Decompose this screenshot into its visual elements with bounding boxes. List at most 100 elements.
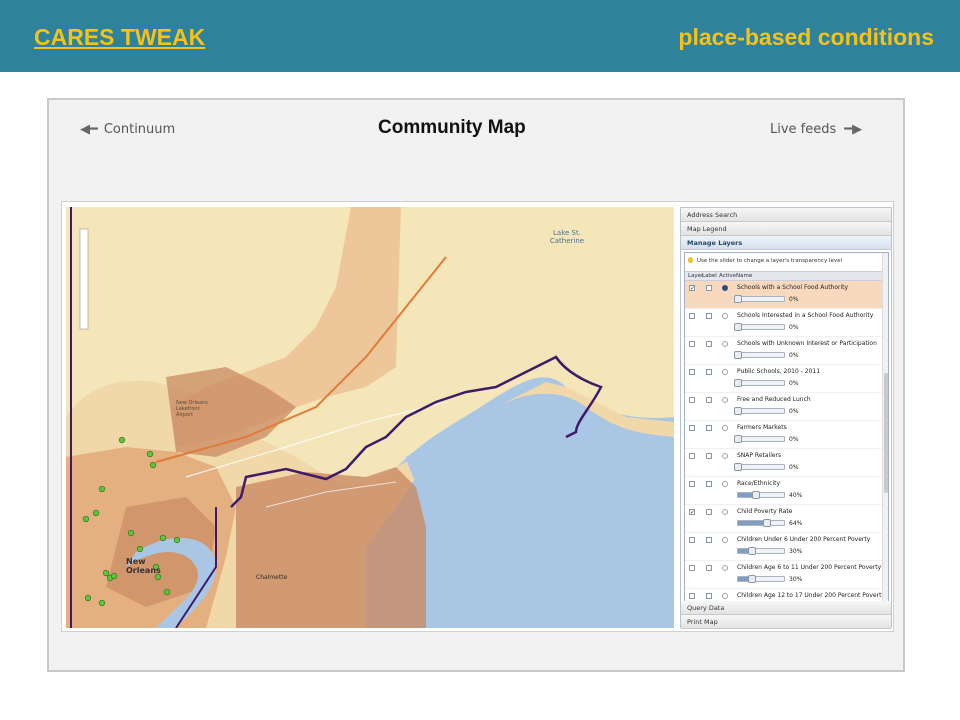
label-checkbox[interactable] (706, 369, 712, 375)
transparency-slider[interactable] (737, 575, 785, 583)
transparency-slider[interactable] (737, 491, 785, 499)
transparency-slider[interactable] (734, 323, 785, 331)
layer-checkbox[interactable] (689, 369, 695, 375)
slider-thumb[interactable] (734, 351, 742, 359)
scrollbar-thumb[interactable] (884, 373, 888, 493)
slider-thumb[interactable] (734, 295, 742, 303)
col-active: Active (719, 273, 737, 279)
layer-row[interactable]: Children Age 6 to 11 Under 200 Percent P… (685, 561, 888, 589)
layer-name: Free and Reduced Lunch (737, 396, 811, 403)
layer-checkbox[interactable] (689, 341, 695, 347)
community-map[interactable]: Lake St. Catherine New Orleans Lakefront… (66, 207, 674, 628)
transparency-value: 0% (789, 352, 799, 359)
transparency-slider[interactable] (734, 435, 785, 443)
col-label: Label (702, 273, 717, 279)
layer-row[interactable]: Farmers Markets 0% (685, 421, 888, 449)
layer-row[interactable]: ✓ Child Poverty Rate 64% (685, 505, 888, 533)
label-checkbox[interactable] (706, 313, 712, 319)
transparency-value: 0% (789, 296, 799, 303)
layer-row[interactable]: Public Schools, 2010 - 2011 0% (685, 365, 888, 393)
label-checkbox[interactable] (706, 565, 712, 571)
transparency-value: 30% (789, 576, 803, 583)
layer-name: Child Poverty Rate (737, 508, 793, 515)
label-checkbox[interactable] (706, 453, 712, 459)
label-checkbox[interactable] (706, 537, 712, 543)
layer-row[interactable]: ✓ Schools with a School Food Authority 0% (685, 281, 888, 309)
nav-prev-link[interactable]: ◀━ Continuum (80, 122, 175, 137)
tip-text: Use the slider to change a layer's trans… (697, 258, 843, 264)
layer-checkbox[interactable] (689, 425, 695, 431)
layer-row[interactable]: Free and Reduced Lunch 0% (685, 393, 888, 421)
active-radio[interactable] (722, 537, 728, 543)
accordion-query-data[interactable]: Query Data (681, 601, 891, 615)
slider-thumb[interactable] (747, 547, 756, 555)
header-bar: CARES TWEAK place-based conditions (0, 0, 960, 72)
brand-link[interactable]: CARES TWEAK (34, 24, 205, 51)
transparency-slider[interactable] (734, 379, 785, 387)
accordion-map-legend[interactable]: Map Legend (681, 222, 891, 236)
layer-checkbox[interactable] (689, 481, 695, 487)
active-radio[interactable] (722, 313, 728, 319)
transparency-value: 0% (789, 408, 799, 415)
active-radio[interactable] (722, 593, 728, 599)
transparency-slider[interactable] (734, 351, 785, 359)
slider-thumb[interactable] (734, 435, 742, 443)
label-checkbox[interactable] (706, 397, 712, 403)
transparency-value: 0% (789, 324, 799, 331)
layer-name: Schools with a School Food Authority (737, 284, 849, 291)
transparency-value: 40% (789, 492, 803, 499)
layer-row[interactable]: Schools with Unknown Interest or Partici… (685, 337, 888, 365)
label-checkbox[interactable] (706, 341, 712, 347)
active-radio[interactable] (722, 397, 728, 403)
active-radio[interactable] (722, 369, 728, 375)
layer-checkbox[interactable]: ✓ (689, 285, 695, 292)
slider-thumb[interactable] (752, 491, 761, 499)
layer-row[interactable]: Race/Ethnicity 40% (685, 477, 888, 505)
active-radio[interactable] (722, 565, 728, 571)
slider-thumb[interactable] (734, 323, 742, 331)
layer-row[interactable]: SNAP Retailers 0% (685, 449, 888, 477)
layer-row[interactable]: Children Under 6 Under 200 Percent Pover… (685, 533, 888, 561)
zoom-slider (79, 228, 89, 330)
nav-next-link[interactable]: Live feeds ━▶ (770, 122, 862, 137)
active-radio[interactable] (722, 285, 728, 291)
transparency-slider[interactable] (737, 547, 785, 555)
accordion-print-map[interactable]: Print Map (681, 615, 891, 629)
slider-thumb[interactable] (734, 463, 742, 471)
column-headers: Layer Label Active Name (685, 271, 888, 281)
slider-thumb[interactable] (747, 575, 756, 583)
layer-name: SNAP Retailers (737, 452, 782, 459)
layer-name: Children Age 6 to 11 Under 200 Percent P… (737, 564, 882, 571)
slider-thumb[interactable] (734, 379, 742, 387)
active-radio[interactable] (722, 453, 728, 459)
layer-checkbox[interactable] (689, 565, 695, 571)
active-radio[interactable] (722, 481, 728, 487)
label-checkbox[interactable] (706, 593, 712, 599)
slider-thumb[interactable] (763, 519, 772, 527)
transparency-slider[interactable] (734, 295, 785, 303)
transparency-value: 0% (789, 380, 799, 387)
label-checkbox[interactable] (706, 509, 712, 515)
active-radio[interactable] (722, 341, 728, 347)
layer-row[interactable]: Schools Interested in a School Food Auth… (685, 309, 888, 337)
map-label-lake: Lake St. Catherine (549, 229, 585, 245)
layer-checkbox[interactable] (689, 593, 695, 599)
label-checkbox[interactable] (706, 425, 712, 431)
layer-checkbox[interactable] (689, 313, 695, 319)
slider-thumb[interactable] (734, 407, 742, 415)
layers-scrollbar[interactable] (882, 253, 888, 601)
active-radio[interactable] (722, 509, 728, 515)
layer-checkbox[interactable]: ✓ (689, 509, 695, 516)
transparency-slider[interactable] (734, 463, 785, 471)
layer-checkbox[interactable] (689, 397, 695, 403)
transparency-slider[interactable] (737, 519, 785, 527)
transparency-slider[interactable] (734, 407, 785, 415)
active-radio[interactable] (722, 425, 728, 431)
accordion-address-search[interactable]: Address Search (681, 208, 891, 222)
label-checkbox[interactable] (706, 481, 712, 487)
tip-text-row: Use the slider to change a layer's trans… (685, 253, 888, 271)
layer-checkbox[interactable] (689, 453, 695, 459)
label-checkbox[interactable] (706, 285, 712, 291)
layer-checkbox[interactable] (689, 537, 695, 543)
accordion-manage-layers[interactable]: Manage Layers (681, 236, 891, 250)
